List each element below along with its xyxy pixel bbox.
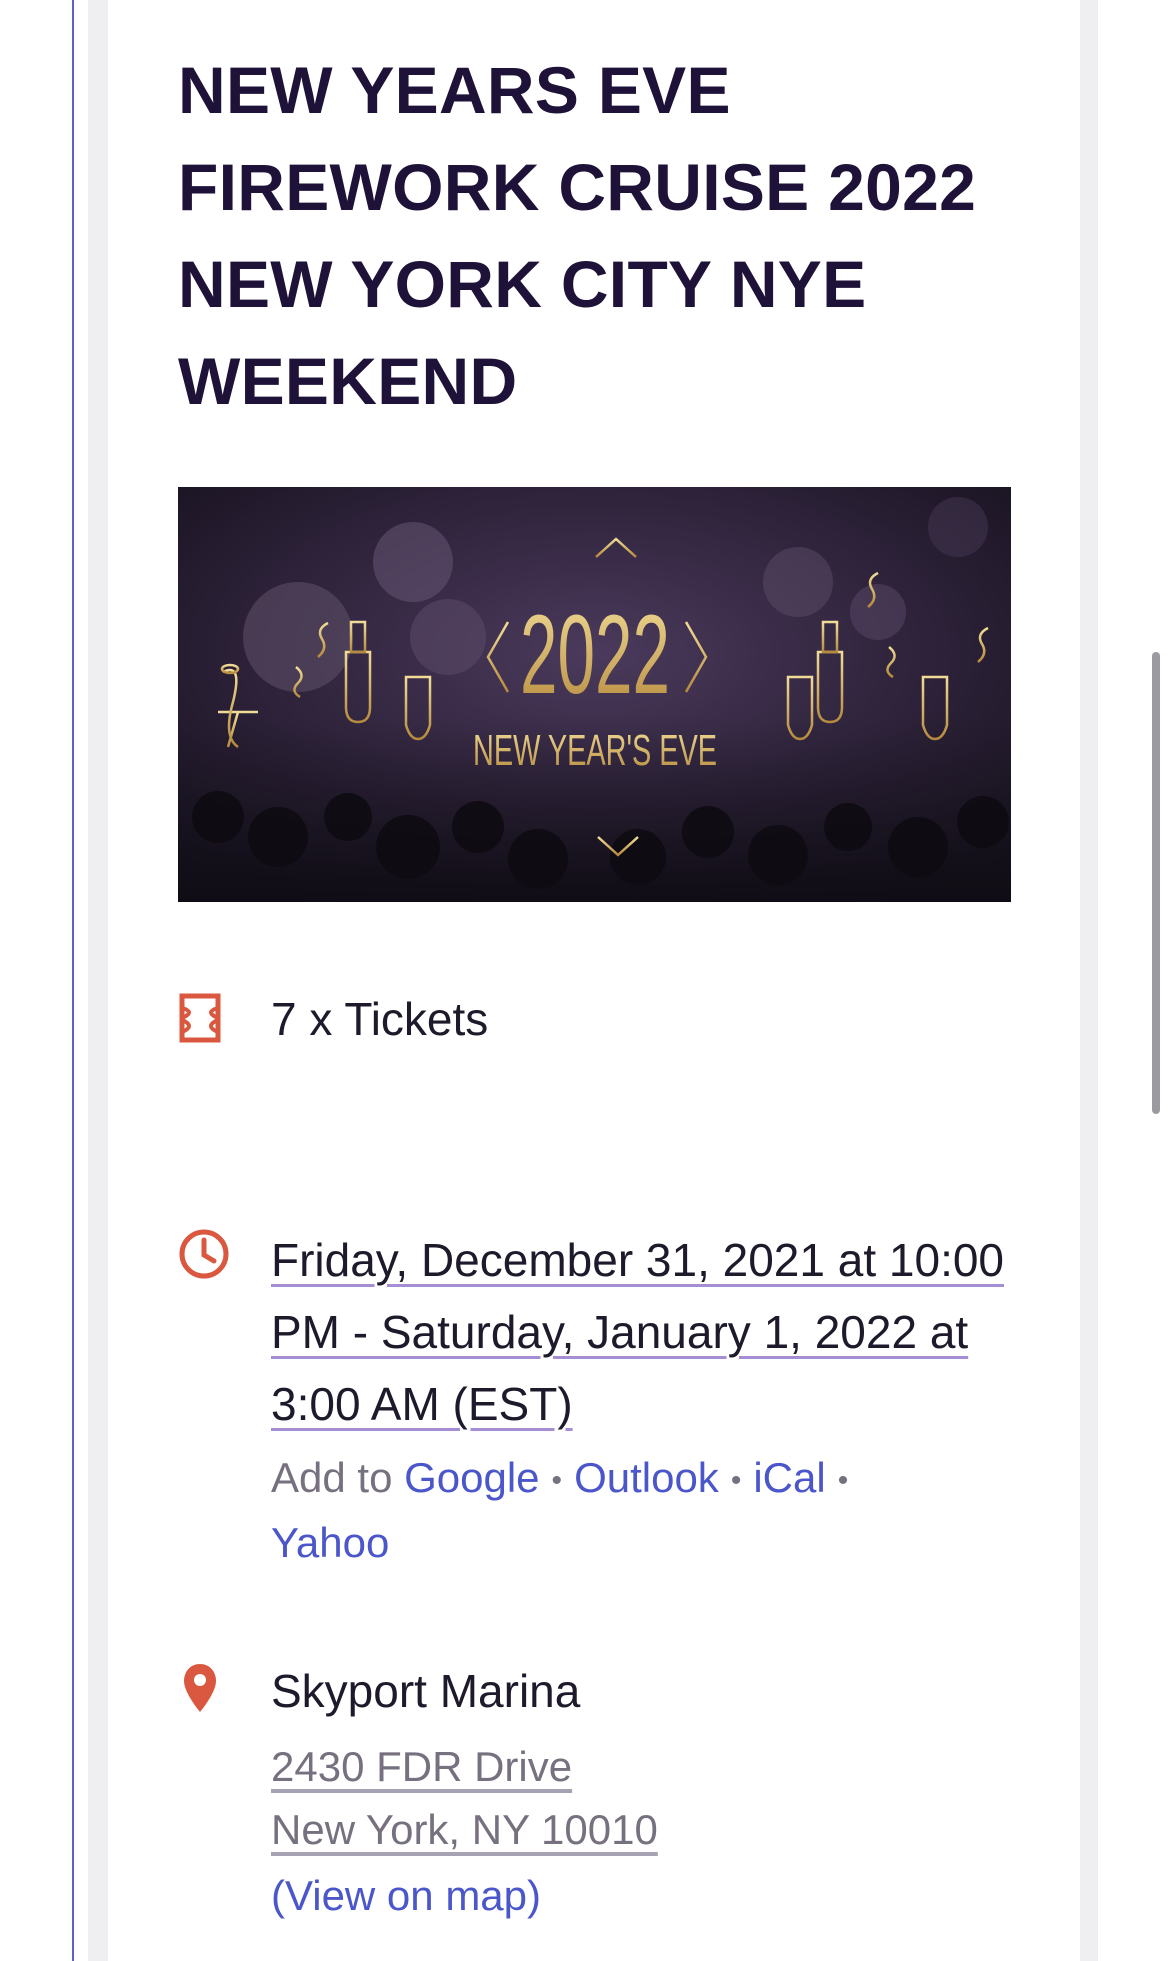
banner-year-text: 2022	[520, 592, 670, 717]
right-gutter	[1080, 0, 1098, 1961]
clock-icon	[179, 1229, 229, 1279]
tickets-label: 7 x Tickets	[271, 993, 489, 1045]
separator-dot: •	[837, 1463, 849, 1497]
faded-divider	[274, 1073, 694, 1083]
map-pin-icon	[184, 1664, 216, 1712]
left-border-line	[72, 0, 74, 1961]
left-gutter	[88, 0, 108, 1961]
banner-subtitle-text: NEW YEAR'S EVE	[473, 726, 717, 775]
view-on-map-link[interactable]: (View on map)	[271, 1872, 541, 1920]
address-line-2[interactable]: New York, NY 10010	[271, 1806, 658, 1854]
event-datetime[interactable]: Friday, December 31, 2021 at 10:00 PM - …	[271, 1224, 1031, 1440]
calendar-link-yahoo[interactable]: Yahoo	[271, 1519, 389, 1566]
separator-dot: •	[551, 1463, 563, 1497]
event-datetime-text[interactable]: Friday, December 31, 2021 at 10:00 PM - …	[271, 1234, 1004, 1430]
scrollbar[interactable]	[1152, 652, 1160, 1114]
event-title: NEW YEARS EVE FIREWORK CRUISE 2022 NEW Y…	[178, 53, 977, 418]
calendar-link-google[interactable]: Google	[404, 1454, 539, 1501]
add-to-label: Add to	[271, 1454, 393, 1501]
ticket-icon	[179, 993, 221, 1043]
event-banner-image: 2022 NEW YEAR'S EVE	[178, 487, 1011, 902]
address-line-1[interactable]: 2430 FDR Drive	[271, 1743, 572, 1791]
separator-dot: •	[730, 1463, 742, 1497]
add-to-calendar: Add to Google • Outlook • iCal • Yahoo	[271, 1447, 1011, 1574]
calendar-link-ical[interactable]: iCal	[753, 1454, 825, 1501]
venue-name: Skyport Marina	[271, 1665, 581, 1717]
calendar-link-outlook[interactable]: Outlook	[574, 1454, 719, 1501]
